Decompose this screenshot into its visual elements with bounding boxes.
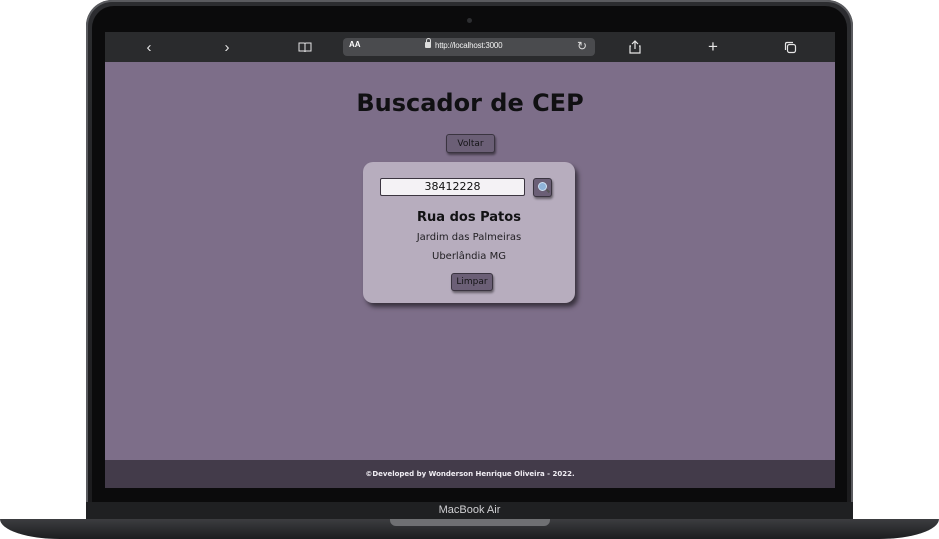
device-brand-label: MacBook Air	[438, 504, 501, 516]
camera-icon	[467, 18, 472, 23]
share-icon[interactable]	[624, 38, 646, 56]
page-footer: ©Developed by Wonderson Henrique Oliveir…	[105, 460, 835, 488]
neighborhood-name: Jardim das Palmeiras	[416, 232, 522, 243]
page-content: Buscador de CEP Voltar 38412228 Rua dos …	[105, 62, 835, 460]
browser-toolbar: ‹ › AA http://localhost:3000 ↻ +	[105, 32, 835, 62]
page-title: Buscador de CEP	[356, 89, 584, 117]
address-bar[interactable]: AA http://localhost:3000 ↻	[343, 38, 595, 56]
lock-icon	[425, 38, 431, 48]
cep-result-card: 38412228 Rua dos Patos Jardim das Palmei…	[363, 162, 575, 303]
cep-input[interactable]: 38412228	[380, 178, 525, 196]
browser-window: ‹ › AA http://localhost:3000 ↻ + Buscado…	[105, 32, 835, 488]
back-button[interactable]: Voltar	[446, 134, 495, 153]
city-state: Uberlândia MG	[432, 251, 506, 262]
forward-arrow-icon[interactable]: ›	[216, 38, 238, 56]
reader-mode-button[interactable]: AA	[349, 40, 361, 49]
laptop-opening-notch	[390, 519, 550, 526]
magnifier-icon	[538, 182, 547, 191]
back-arrow-icon[interactable]: ‹	[138, 38, 160, 56]
street-name: Rua dos Patos	[417, 210, 521, 225]
clear-button[interactable]: Limpar	[451, 273, 493, 291]
new-tab-icon[interactable]: +	[702, 37, 724, 56]
reload-icon[interactable]: ↻	[577, 39, 587, 53]
url-text: http://localhost:3000	[435, 41, 503, 50]
search-button[interactable]	[533, 178, 552, 197]
bookmarks-icon[interactable]	[294, 38, 316, 56]
tabs-overview-icon[interactable]	[779, 38, 801, 56]
